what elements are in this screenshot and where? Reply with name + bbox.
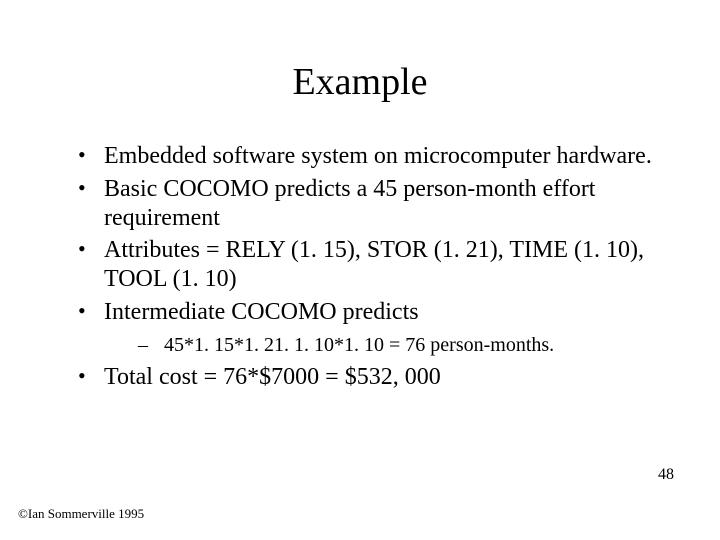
bullet-text: Attributes = RELY (1. 15), STOR (1. 21),… <box>104 237 644 292</box>
sub-bullet-text: 45*1. 15*1. 21. 1. 10*1. 10 = 76 person-… <box>164 334 554 356</box>
copyright: ©Ian Sommerville 1995 <box>18 506 144 522</box>
bullet-text: Intermediate COCOMO predicts <box>104 299 419 325</box>
bullet-text: Total cost = 76*$7000 = $532, 000 <box>104 364 441 390</box>
bullet-item: Total cost = 76*$7000 = $532, 000 <box>78 363 660 392</box>
bullet-item: Attributes = RELY (1. 15), STOR (1. 21),… <box>78 236 660 294</box>
page-number: 48 <box>658 466 674 484</box>
slide: Example Embedded software system on micr… <box>0 0 720 540</box>
bullet-text: Embedded software system on microcompute… <box>104 143 652 169</box>
bullet-text: Basic COCOMO predicts a 45 person-month … <box>104 176 595 231</box>
slide-title: Example <box>60 60 660 104</box>
bullet-item: Embedded software system on microcompute… <box>78 142 660 171</box>
bullet-item: Intermediate COCOMO predicts 45*1. 15*1.… <box>78 298 660 357</box>
bullet-list: Embedded software system on microcompute… <box>60 142 660 392</box>
sub-bullet-list: 45*1. 15*1. 21. 1. 10*1. 10 = 76 person-… <box>104 333 660 357</box>
sub-bullet-item: 45*1. 15*1. 21. 1. 10*1. 10 = 76 person-… <box>138 333 660 357</box>
bullet-item: Basic COCOMO predicts a 45 person-month … <box>78 175 660 233</box>
